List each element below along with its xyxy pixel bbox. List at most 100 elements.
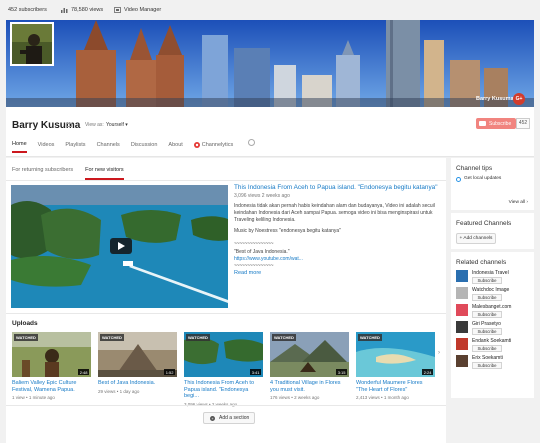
subscribe-button[interactable]: Subscribe [472,345,502,352]
related-channel-item[interactable]: Indonesia Travel Subscribe [451,270,534,284]
subtab-new-visitors[interactable]: For new visitors [85,167,124,180]
upload-thumbnail[interactable]: WATCHED 3:41 [184,332,263,377]
related-channel-name[interactable]: Indonesia Travel [472,270,509,276]
divider [6,180,446,181]
subscribe-button[interactable]: Subscribe [472,311,502,318]
upload-item[interactable]: WATCHED 1:52 Best of Java Indonesia. 29 … [98,332,177,394]
featured-video-related-title: "Best of Java Indonesia." [234,249,290,255]
tab-channelytics[interactable]: Channelytics [193,141,233,153]
search-icon[interactable] [248,139,256,146]
featured-video-title[interactable]: This Indonesia From Aceh to Papua island… [234,184,439,192]
plus-icon: + [210,415,215,421]
video-duration: 3:41 [250,369,261,375]
subtab-returning-subscribers[interactable]: For returning subscribers [12,167,73,180]
upload-thumbnail[interactable]: WATCHED 3:15 [270,332,349,377]
view-all-tips-link[interactable]: View all › [509,200,528,205]
subscribe-button[interactable]: Subscribe [472,328,502,335]
views-stat[interactable]: 78,580 views [61,7,103,13]
view-as-label: View as: [85,122,104,128]
tab-home[interactable]: Home [12,141,27,153]
tab-discussion[interactable]: Discussion [131,141,158,153]
channel-avatar[interactable] [10,22,54,66]
add-channels-button[interactable]: + Add channels [456,233,496,244]
related-channel-item[interactable]: Erix Soekamti Subscribe [451,355,534,369]
tip-item[interactable]: Get local updates [451,176,534,182]
channel-avatar[interactable] [456,270,468,282]
related-channel-name[interactable]: Watchdoc Image [472,287,509,293]
upload-meta: 1 view • 1 minute ago [12,395,55,400]
upload-thumbnail[interactable]: WATCHED 1:52 [98,332,177,377]
channel-avatar[interactable] [456,304,468,316]
avatar-photo [12,24,52,64]
related-channel-name[interactable]: Erix Soekamti [472,355,503,361]
uploads-section-title[interactable]: Uploads [12,320,38,327]
tab-about[interactable]: About [168,141,182,153]
google-plus-icon[interactable]: G+ [513,93,525,105]
youtube-icon [479,121,486,126]
video-manager-link[interactable]: Video Manager [114,7,161,13]
audience-subtabs: For returning subscribers For new visito… [12,167,124,180]
subscribe-button[interactable]: Subscribe [472,362,502,369]
add-section-label: Add a section [219,415,250,421]
watched-badge: WATCHED [14,334,38,341]
description-divider-2: ~~~~~~~~~~~~~~~ [234,263,274,269]
upload-title[interactable]: Wonderful Maumere Flores "The Heart of F… [356,380,435,393]
play-button[interactable] [110,238,132,254]
featured-video-link[interactable]: https://www.youtube.com/wat... [234,256,303,262]
related-channel-name[interactable]: Endank Soekamti [472,338,511,344]
upload-thumbnail[interactable]: WATCHED 2:24 [356,332,435,377]
upload-thumbnail[interactable]: WATCHED 2:48 [12,332,91,377]
related-channel-item[interactable]: Watchdoc Image Subscribe [451,287,534,301]
subscriber-stat[interactable]: 452 subscribers [8,7,47,13]
upload-item[interactable]: WATCHED 3:15 4 Traditional Village in Fl… [270,332,349,400]
featured-channels-panel: Featured Channels + Add channels [451,213,534,249]
video-duration: 2:48 [78,369,89,375]
featured-video-description: Indonesia tidak akan pernah habis keinda… [234,203,435,223]
related-channels-title: Related channels [456,259,507,266]
views-count: 78,580 views [71,7,104,13]
subscribe-button[interactable]: Subscribe [472,294,502,301]
main-content: For returning subscribers For new visito… [6,158,446,443]
description-divider: ~~~~~~~~~~~~~~~ [234,241,274,247]
tab-videos[interactable]: Videos [38,141,55,153]
channel-tips-panel: Channel tips Get local updates View all … [451,158,534,210]
subscribe-button[interactable]: Subscribe [476,118,516,129]
video-duration: 2:24 [422,369,433,375]
related-channel-item[interactable]: Malesbanget.com Subscribe [451,304,534,318]
channel-stats-bar: 452 subscribers 78,580 views Video Manag… [0,0,540,20]
banner-channel-name: Barry Kusuma [476,96,514,102]
tip-text[interactable]: Get local updates [464,176,504,182]
watched-badge: WATCHED [272,334,296,341]
upload-meta: 2,413 views • 1 month ago [356,395,409,400]
message-icon[interactable] [66,123,72,127]
add-section-button[interactable]: + Add a section [203,412,255,424]
related-channel-name[interactable]: Giri Prasetyo [472,321,502,327]
carousel-next-arrow[interactable]: › [438,350,440,356]
upload-title[interactable]: 4 Traditional Village in Flores you must… [270,380,349,393]
upload-title[interactable]: Best of Java Indonesia. [98,380,177,387]
related-channel-item[interactable]: Endank Soekamti Subscribe [451,338,534,352]
channel-avatar[interactable] [456,287,468,299]
subscribe-label: Subscribe [489,120,512,127]
related-channel-name[interactable]: Malesbanget.com [472,304,511,310]
related-channel-item[interactable]: Giri Prasetyo Subscribe [451,321,534,335]
featured-video-player[interactable] [11,185,228,308]
upload-item[interactable]: WATCHED 3:41 This Indonesia From Aceh to… [184,332,263,407]
upload-item[interactable]: WATCHED 2:24 Wonderful Maumere Flores "T… [356,332,435,400]
tab-playlists[interactable]: Playlists [65,141,85,153]
channel-avatar[interactable] [456,338,468,350]
video-duration: 1:52 [164,369,175,375]
tab-channels[interactable]: Channels [97,141,120,153]
view-as-dropdown[interactable]: Yourself ▾ [106,122,128,128]
channel-tips-title: Channel tips [456,165,493,172]
upload-title[interactable]: This Indonesia From Aceh to Papua island… [184,380,263,400]
subscribe-button[interactable]: Subscribe [472,277,502,284]
upload-item[interactable]: WATCHED 2:48 Baliem Valley Epic Culture … [12,332,91,400]
watched-badge: WATCHED [100,334,124,341]
subscriber-count-badge: 452 [516,118,530,129]
channel-header: Barry Kusuma View as: Yourself ▾ Subscri… [6,107,534,157]
read-more-link[interactable]: Read more [234,270,261,276]
channel-avatar[interactable] [456,321,468,333]
upload-title[interactable]: Baliem Valley Epic Culture Festival, Wam… [12,380,91,393]
channel-avatar[interactable] [456,355,468,367]
